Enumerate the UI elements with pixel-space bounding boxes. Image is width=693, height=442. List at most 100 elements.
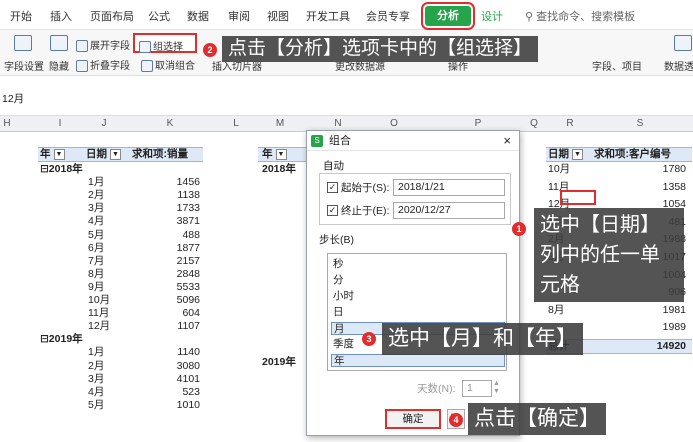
tab-member[interactable]: 会员专享 (366, 8, 410, 24)
fields-items-button[interactable]: 字段、项目 (592, 58, 642, 73)
pivot-right-date-cell[interactable]: 10月 (548, 162, 570, 176)
pivot-left-year-header[interactable]: 年 ▼ (40, 147, 65, 161)
pivot-left-month-cell[interactable]: 9月 (88, 280, 104, 294)
tab-page-layout[interactable]: 页面布局 (90, 8, 134, 24)
tab-view[interactable]: 视图 (267, 8, 289, 24)
tab-formulas[interactable]: 公式 (148, 8, 170, 24)
pivot-left-value-cell[interactable]: 488 (140, 228, 200, 242)
pivot-left-value-cell[interactable]: 1877 (140, 241, 200, 255)
pivot-right-date-cell[interactable]: 8月 (548, 303, 564, 317)
pivot-left-month-cell[interactable]: 3月 (88, 372, 104, 386)
pivot-left-value-cell[interactable]: 1138 (140, 188, 200, 202)
col-q[interactable]: Q (524, 118, 544, 129)
pivot-left-month-cell[interactable]: 8月 (88, 267, 104, 281)
pivot-left-month-cell[interactable]: 10月 (88, 293, 110, 307)
pivot-left-month-cell[interactable]: 11月 (88, 306, 109, 320)
group-selection-button[interactable]: 组选择 (133, 33, 197, 54)
pivot-left-value-cell[interactable]: 3871 (140, 214, 200, 228)
pivot-left-year-1[interactable]: ⊟2019年 (40, 332, 83, 346)
col-i[interactable]: I (40, 118, 80, 129)
pivot-mid-year-2018[interactable]: 2018年 (262, 162, 296, 176)
col-r[interactable]: R (550, 118, 590, 129)
pivot-right-value-cell[interactable]: 1981 (630, 303, 686, 317)
tab-analyze[interactable]: 分析 (421, 2, 475, 30)
pivot-right-total-value[interactable]: 14920 (630, 339, 686, 353)
step-option[interactable]: 分 (331, 274, 505, 287)
tab-developer[interactable]: 开发工具 (306, 8, 350, 24)
pivot-left-month-cell[interactable]: 2月 (88, 359, 104, 373)
pivot-left-month-cell[interactable]: 5月 (88, 228, 104, 242)
pivot-left-value-cell[interactable]: 5096 (140, 293, 200, 307)
col-s[interactable]: S (620, 118, 660, 129)
pivot-chart-button[interactable]: 数据透 (664, 58, 693, 73)
step-option[interactable]: 秒 (331, 258, 505, 271)
hide-button[interactable]: 隐藏 (49, 58, 69, 73)
pivot-left-month-cell[interactable]: 4月 (88, 385, 104, 399)
pivot-left-value-cell[interactable]: 1733 (140, 201, 200, 215)
ok-button[interactable]: 确定 (385, 409, 441, 429)
name-box[interactable]: 12月 (2, 92, 24, 106)
pivot-left-value-cell[interactable]: 523 (140, 385, 200, 399)
step-option[interactable]: 年 (331, 354, 505, 367)
pivot-left-year-0[interactable]: ⊟2018年 (40, 162, 83, 176)
pivot-left-month-cell[interactable]: 2月 (88, 188, 104, 202)
pivot-left-value-cell[interactable]: 2157 (140, 254, 200, 268)
pivot-left-month-cell[interactable]: 7月 (88, 254, 104, 268)
col-m[interactable]: M (260, 118, 300, 129)
start-input[interactable]: 2018/1/21 (393, 179, 505, 196)
pivot-left-value-cell[interactable]: 1107 (140, 319, 200, 333)
tab-design[interactable]: 设计 (481, 8, 503, 24)
pivot-left-value-cell[interactable]: 604 (140, 306, 200, 320)
field-settings-button[interactable]: 字段设置 (4, 58, 44, 73)
tab-review[interactable]: 审阅 (228, 8, 250, 24)
group-icon (139, 41, 151, 54)
collapse-field-button[interactable]: 折叠字段 (76, 57, 130, 73)
col-p[interactable]: P (458, 118, 498, 129)
pivot-right-date-header[interactable]: 日期 ▼ (548, 147, 583, 161)
end-input[interactable]: 2020/12/27 (393, 202, 505, 219)
step-option[interactable]: 小时 (331, 290, 505, 303)
pivot-left-value-cell[interactable]: 3080 (140, 359, 200, 373)
step-badge-3: 3 (362, 332, 376, 346)
step4-callout: 点击【确定】 (468, 403, 606, 435)
pivot-left-month-cell[interactable]: 1月 (88, 345, 104, 359)
pivot-left-month-cell[interactable]: 12月 (88, 319, 110, 333)
pivot-left-date-header[interactable]: 日期 ▼ (86, 147, 121, 161)
col-j[interactable]: J (84, 118, 124, 129)
col-n[interactable]: N (318, 118, 358, 129)
col-l[interactable]: L (216, 118, 256, 129)
ungroup-button[interactable]: 取消组合 (141, 57, 195, 73)
days-input[interactable]: 1 (462, 380, 492, 397)
search-box[interactable]: ⚲ 查找命令、搜索模板 (525, 8, 635, 24)
pivot-left-value-cell[interactable]: 2848 (140, 267, 200, 281)
pivot-left-month-cell[interactable]: 1月 (88, 175, 104, 189)
pivot-right-value-header[interactable]: 求和项:客户编号 (594, 147, 671, 161)
pivot-left-value-header[interactable]: 求和项:销量 (132, 147, 188, 161)
pivot-left-month-cell[interactable]: 3月 (88, 201, 104, 215)
step-option[interactable]: 日 (331, 306, 505, 319)
expand-field-button[interactable]: 展开字段 (76, 37, 130, 53)
pivot-left-month-cell[interactable]: 4月 (88, 214, 104, 228)
pivot-left-value-cell[interactable]: 4101 (140, 372, 200, 386)
pivot-right-value-cell[interactable]: 1358 (630, 180, 686, 194)
pivot-left-value-cell[interactable]: 1456 (140, 175, 200, 189)
spinner-icon[interactable]: ▲ ▼ (493, 380, 500, 396)
pivot-left-value-cell[interactable]: 1010 (140, 398, 200, 412)
col-k[interactable]: K (140, 118, 200, 129)
pivot-left-value-cell[interactable]: 1140 (140, 345, 200, 359)
col-h[interactable]: H (0, 118, 14, 129)
tab-data[interactable]: 数据 (187, 8, 209, 24)
pivot-right-value-cell[interactable]: 1780 (630, 162, 686, 176)
pivot-left-month-cell[interactable]: 6月 (88, 241, 104, 255)
pivot-left-value-cell[interactable]: 5533 (140, 280, 200, 294)
end-checkbox[interactable]: ✓ (327, 205, 338, 216)
col-o[interactable]: O (374, 118, 414, 129)
close-icon[interactable]: × (503, 131, 511, 151)
pivot-left-month-cell[interactable]: 5月 (88, 398, 104, 412)
tab-home[interactable]: 开始 (10, 8, 32, 24)
tab-insert[interactable]: 插入 (50, 8, 72, 24)
start-checkbox[interactable]: ✓ (327, 182, 338, 193)
pivot-mid-year-2019[interactable]: 2019年 (262, 355, 296, 369)
pivot-right-value-cell[interactable]: 1989 (630, 320, 686, 334)
pivot-mid-year-header[interactable]: 年 ▼ (262, 147, 287, 161)
